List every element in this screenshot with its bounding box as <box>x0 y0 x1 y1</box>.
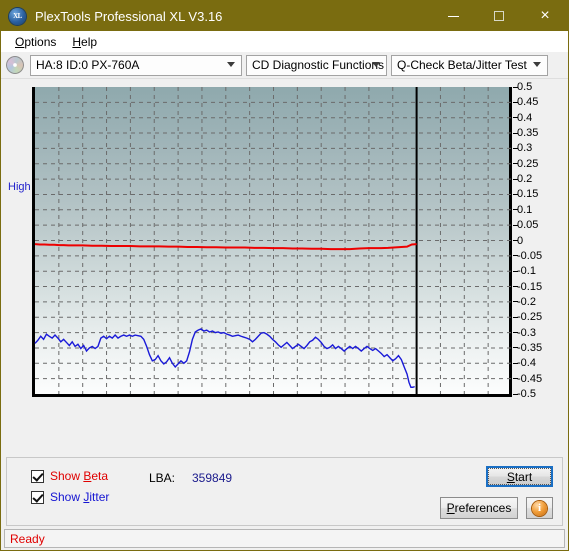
minimize-icon <box>447 15 459 17</box>
menu-help[interactable]: Help <box>64 33 105 51</box>
y-tick-mark <box>513 240 518 241</box>
y-tick-label: 0.4 <box>517 111 533 124</box>
y-tick-label: -0.05 <box>517 249 543 262</box>
y-tick-label: 0.2 <box>517 173 533 186</box>
drive-select[interactable]: HA:8 ID:0 PX-760A <box>30 54 242 76</box>
y-tick-mark <box>513 393 518 395</box>
menu-help-label: elp <box>81 34 98 49</box>
y-tick-label: 0.3 <box>517 142 533 155</box>
function-select-value: CD Diagnostic Functions <box>252 58 385 72</box>
function-select[interactable]: CD Diagnostic Functions <box>246 54 387 76</box>
lba-value: 359849 <box>192 471 233 485</box>
title-bar: XL PlexTools Professional XL V3.16 × <box>1 1 568 31</box>
y-tick-mark <box>513 316 518 318</box>
toolbar: HA:8 ID:0 PX-760A CD Diagnostic Function… <box>1 52 568 79</box>
y-tick-label: 0.1 <box>517 203 533 216</box>
y-tick-mark <box>513 86 518 88</box>
y-tick-mark <box>513 224 518 226</box>
y-tick-label: 0.25 <box>517 157 539 170</box>
y-tick-label: -0.3 <box>517 326 536 339</box>
y-tick-mark <box>513 332 518 334</box>
y-tick-mark <box>513 163 518 165</box>
y-tick-mark <box>513 178 518 180</box>
chevron-down-icon <box>372 62 380 67</box>
drive-select-value: HA:8 ID:0 PX-760A <box>36 58 140 72</box>
y-tick-mark <box>513 301 518 303</box>
y-tick-mark <box>513 286 518 288</box>
y-tick-label: -0.1 <box>517 265 536 278</box>
preferences-button[interactable]: Preferences <box>440 497 518 519</box>
y-tick-label: -0.45 <box>517 372 543 385</box>
y-tick-label: -0.4 <box>517 357 536 370</box>
show-jitter-label: Show Jitter <box>50 490 110 504</box>
app-icon: XL <box>9 7 26 25</box>
y-tick-mark <box>513 255 518 257</box>
y-tick-mark <box>513 209 518 211</box>
info-icon: i <box>532 500 547 516</box>
maximize-icon <box>494 11 504 21</box>
start-button-inner: Start <box>488 468 551 485</box>
show-jitter-checkbox[interactable] <box>31 490 44 504</box>
menu-options[interactable]: Options <box>7 33 64 51</box>
maximize-button[interactable] <box>476 1 522 31</box>
window-buttons: × <box>430 1 568 31</box>
controls-panel: Show Beta Show Jitter LBA: 359849 Start … <box>6 457 563 526</box>
optical-disc-icon <box>6 56 24 74</box>
y-axis-ticks: 0.5 0.45 0.4 0.35 0.3 0.25 0.2 0.15 0.1 0.05 0 -0.0… <box>4 81 568 502</box>
plextools-window: XL PlexTools Professional XL V3.16 × Opt… <box>0 0 569 551</box>
y-tick-label: -0.35 <box>517 341 543 354</box>
status-text: Ready <box>10 531 45 546</box>
minimize-button[interactable] <box>430 1 476 31</box>
chevron-down-icon <box>533 62 541 67</box>
info-button[interactable]: i <box>526 497 553 519</box>
chart-panel: High Low 0.50.450.40.350.30.250.20.150.1… <box>4 81 565 515</box>
close-button[interactable]: × <box>522 1 568 31</box>
y-tick-mark <box>513 378 518 380</box>
y-tick-label: 0.5 <box>517 81 533 93</box>
show-beta-label: Show Beta <box>50 469 109 483</box>
y-tick-label: 0.45 <box>517 96 539 109</box>
y-tick-label: -0.25 <box>517 311 543 324</box>
start-button-label: tart <box>514 469 533 484</box>
y-tick-mark <box>513 117 518 119</box>
test-select-value: Q-Check Beta/Jitter Test <box>397 58 527 72</box>
y-tick-mark <box>513 193 518 195</box>
status-bar: Ready <box>4 529 565 548</box>
show-beta-checkbox[interactable] <box>31 469 44 483</box>
y-tick-label: -0.5 <box>517 388 536 400</box>
start-button[interactable]: Start <box>486 466 553 487</box>
y-tick-label: 0.05 <box>517 219 539 232</box>
y-tick-mark <box>513 101 518 103</box>
y-tick-label: -0.2 <box>517 295 536 308</box>
y-tick-mark <box>513 147 518 149</box>
y-tick-label: -0.15 <box>517 280 543 293</box>
lba-label: LBA: <box>149 471 176 485</box>
y-tick-mark <box>513 362 518 364</box>
menu-options-label: ptions <box>24 34 57 49</box>
y-tick-mark <box>513 132 518 134</box>
window-title: PlexTools Professional XL V3.16 <box>35 8 223 24</box>
preferences-button-label: references <box>454 501 512 515</box>
y-tick-mark <box>513 347 518 349</box>
menu-bar: Options Help <box>1 31 568 52</box>
y-tick-mark <box>513 270 518 272</box>
show-jitter-row[interactable]: Show Jitter <box>31 490 109 504</box>
test-select[interactable]: Q-Check Beta/Jitter Test <box>391 54 548 76</box>
chevron-down-icon <box>227 62 235 67</box>
y-tick-label: 0.15 <box>517 188 539 201</box>
show-beta-row[interactable]: Show Beta <box>31 469 108 483</box>
y-tick-label: 0.35 <box>517 127 539 140</box>
